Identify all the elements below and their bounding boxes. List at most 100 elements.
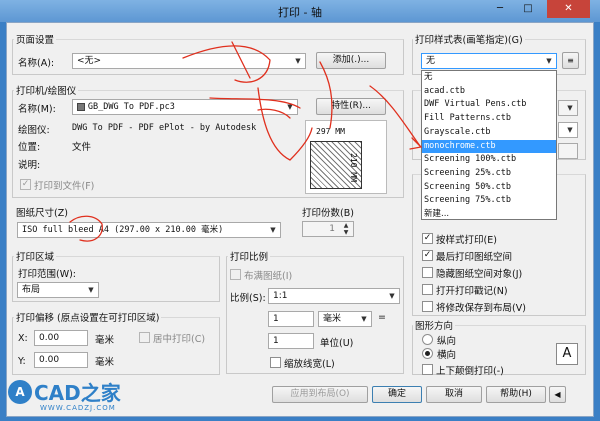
printer-name-value: GB_DWG To PDF.pc3 bbox=[87, 102, 175, 112]
chevron-down-icon: ▼ bbox=[361, 315, 367, 323]
location-label: 位置: bbox=[18, 142, 41, 153]
chevron-left-icon: ◀ bbox=[554, 390, 561, 399]
scale-unit-select[interactable]: 毫米 ▼ bbox=[318, 311, 372, 327]
plot-style-option[interactable]: Screening 50%.ctb bbox=[422, 181, 556, 195]
offset-x-value: 0.00 bbox=[39, 333, 60, 343]
plot-style-option[interactable]: Screening 100%.ctb bbox=[422, 153, 556, 167]
offset-x-input[interactable]: 0.00 bbox=[34, 330, 88, 346]
minimize-button[interactable]: ─ bbox=[487, 0, 513, 18]
plot-style-option[interactable]: Screening 25%.ctb bbox=[422, 167, 556, 181]
plot-style-option[interactable]: 无 bbox=[422, 71, 556, 85]
scale-label: 比例(S): bbox=[230, 293, 266, 304]
plot-stamp-checkbox[interactable] bbox=[422, 284, 433, 295]
print-range-value: 布局 bbox=[22, 285, 41, 295]
scale-lineweights-checkbox[interactable] bbox=[270, 357, 281, 368]
cadzj-logo-icon: A bbox=[8, 380, 32, 404]
scale-equals: = bbox=[378, 312, 386, 323]
copies-spinner[interactable]: 1 ▲ ▼ bbox=[302, 221, 354, 237]
ok-button[interactable]: 确定 bbox=[372, 386, 422, 403]
apply-to-layout-button[interactable]: 应用到布局(O) bbox=[272, 386, 368, 403]
dpi-input[interactable] bbox=[558, 143, 578, 159]
expand-button[interactable]: ◀ bbox=[549, 386, 566, 403]
chevron-down-icon: ▼ bbox=[567, 126, 573, 134]
print-range-label: 打印范围(W): bbox=[18, 269, 77, 280]
upside-down-checkbox[interactable] bbox=[422, 364, 433, 375]
save-changes-label: 将修改保存到布局(V) bbox=[436, 303, 526, 314]
maximize-button[interactable]: □ bbox=[515, 0, 541, 18]
plot-style-option-highlighted[interactable]: monochrome.ctb bbox=[422, 139, 556, 154]
cancel-button[interactable]: 取消 bbox=[426, 386, 482, 403]
printer-name-select[interactable]: GB_DWG To PDF.pc3 ▼ bbox=[72, 99, 298, 115]
edit-plot-style-button[interactable]: ≡ bbox=[562, 52, 579, 69]
plot-stamp-label: 打开打印戳记(N) bbox=[436, 286, 508, 297]
orientation-preview-icon: A bbox=[556, 343, 578, 365]
offset-x-label: X: bbox=[18, 333, 28, 344]
plot-style-select[interactable]: 无 ▼ bbox=[421, 53, 557, 69]
printer-group-label: 打印机/绘图仪 bbox=[14, 83, 79, 97]
hide-paperspace-objects-label: 隐藏图纸空间对象(J) bbox=[436, 269, 523, 280]
close-button[interactable]: ✕ bbox=[547, 0, 590, 18]
watermark-url: WWW.CADZJ.COM bbox=[40, 404, 116, 412]
landscape-label: 横向 bbox=[437, 350, 457, 361]
page-setup-group-label: 页面设置 bbox=[14, 32, 57, 46]
scale-value2: 1 bbox=[273, 336, 279, 346]
chevron-down-icon: ▼ bbox=[270, 226, 276, 234]
page-setup-name-select[interactable]: <无> ▼ bbox=[72, 53, 306, 69]
scale-value: 1:1 bbox=[273, 291, 288, 301]
center-plot-label: 居中打印(C) bbox=[153, 334, 206, 345]
print-scale-group-label: 打印比例 bbox=[228, 249, 271, 263]
paper-size-value: ISO full bleed A4 (297.00 x 210.00 毫米) bbox=[22, 225, 224, 235]
edit-icon: ≡ bbox=[567, 56, 574, 65]
copies-label: 打印份数(B) bbox=[300, 205, 356, 219]
orientation-group-label: 图形方向 bbox=[413, 318, 456, 332]
printer-name-label: 名称(M): bbox=[18, 104, 56, 115]
quality-select[interactable]: ▼ bbox=[558, 122, 578, 138]
printer-properties-button[interactable]: 特性(R)... bbox=[316, 98, 386, 115]
chevron-down-icon: ▼ bbox=[295, 57, 301, 65]
fit-to-paper-checkbox[interactable] bbox=[230, 269, 241, 280]
print-to-file-checkbox[interactable]: ✓ bbox=[20, 179, 31, 190]
plot-style-option[interactable]: Grayscale.ctb bbox=[422, 126, 556, 140]
plot-paperspace-last-checkbox[interactable]: ✓ bbox=[422, 250, 433, 261]
plot-style-dropdown: 无 acad.ctb DWF Virtual Pens.ctb Fill Pat… bbox=[421, 70, 557, 220]
save-changes-checkbox[interactable] bbox=[422, 301, 433, 312]
plot-style-option[interactable]: Screening 75%.ctb bbox=[422, 194, 556, 208]
location-value: 文件 bbox=[72, 142, 92, 153]
spinner-arrows-icon: ▲ ▼ bbox=[343, 222, 349, 236]
preview-height: 210 MM bbox=[349, 153, 358, 182]
plot-style-option[interactable]: DWF Virtual Pens.ctb bbox=[422, 98, 556, 112]
print-range-select[interactable]: 布局 ▼ bbox=[17, 282, 99, 298]
plotter-label: 绘图仪: bbox=[18, 125, 50, 136]
upside-down-label: 上下颠倒打印(-) bbox=[436, 366, 504, 377]
paper-preview: 297 MM 210 MM bbox=[305, 120, 387, 194]
paper-size-select[interactable]: ISO full bleed A4 (297.00 x 210.00 毫米) ▼ bbox=[17, 222, 281, 238]
help-button[interactable]: 帮助(H) bbox=[486, 386, 546, 403]
plot-style-option[interactable]: acad.ctb bbox=[422, 85, 556, 99]
chevron-down-icon: ▼ bbox=[567, 104, 573, 112]
description-label: 说明: bbox=[18, 160, 41, 171]
plot-style-group-label: 打印样式表(画笔指定)(G) bbox=[413, 32, 525, 46]
paper-size-group-label: 图纸尺寸(Z) bbox=[14, 205, 70, 219]
hide-paperspace-objects-checkbox[interactable] bbox=[422, 267, 433, 278]
plot-style-value: 无 bbox=[426, 56, 436, 66]
offset-y-input[interactable]: 0.00 bbox=[34, 352, 88, 368]
chevron-down-icon: ▼ bbox=[546, 57, 552, 65]
shade-plot-select[interactable]: ▼ bbox=[558, 100, 578, 116]
chevron-down-icon: ▼ bbox=[287, 103, 293, 111]
add-page-setup-button[interactable]: 添加(.)... bbox=[316, 52, 386, 69]
plot-with-styles-checkbox[interactable]: ✓ bbox=[422, 233, 433, 244]
scale-value1-input[interactable]: 1 bbox=[268, 311, 314, 327]
plot-style-option[interactable]: 新建... bbox=[422, 208, 556, 222]
chevron-down-icon: ▼ bbox=[88, 286, 94, 294]
chevron-down-icon: ▼ bbox=[389, 292, 395, 300]
printer-icon bbox=[77, 102, 85, 111]
plot-style-option[interactable]: Fill Patterns.ctb bbox=[422, 112, 556, 126]
portrait-radio[interactable] bbox=[422, 334, 433, 345]
landscape-radio[interactable] bbox=[422, 348, 433, 359]
preview-width: 297 MM bbox=[316, 127, 345, 136]
scale-select[interactable]: 1:1 ▼ bbox=[268, 288, 400, 304]
center-plot-checkbox[interactable] bbox=[139, 332, 150, 343]
fit-to-paper-label: 布满图纸(I) bbox=[244, 271, 293, 282]
scale-value2-input[interactable]: 1 bbox=[268, 333, 314, 349]
scale-unit2: 单位(U) bbox=[320, 338, 354, 349]
